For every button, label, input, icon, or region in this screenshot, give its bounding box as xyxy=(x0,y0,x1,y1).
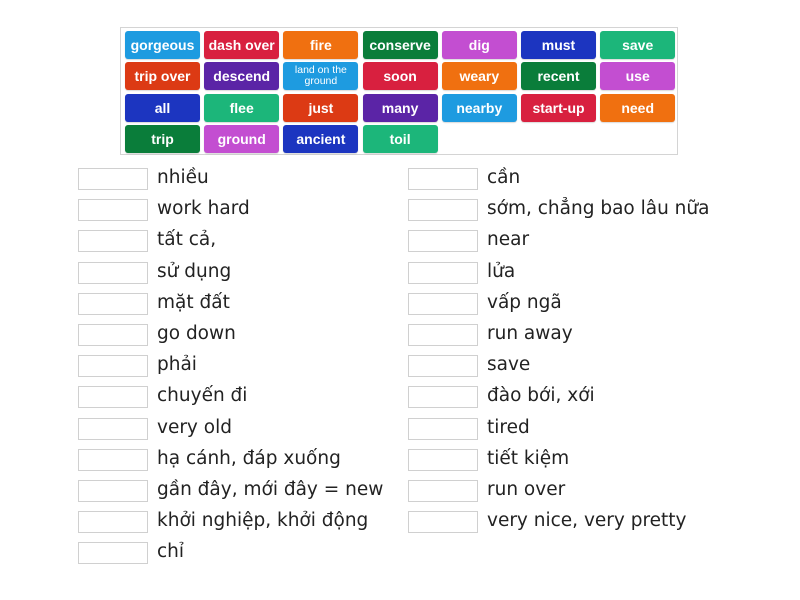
clue-text: very old xyxy=(157,416,232,438)
word-tile[interactable]: trip over xyxy=(125,62,200,91)
word-tile[interactable]: ground xyxy=(204,124,280,153)
word-tile[interactable]: trip xyxy=(125,124,200,153)
answer-slot[interactable] xyxy=(408,386,478,409)
answer-slot[interactable] xyxy=(78,417,148,440)
word-tile[interactable]: gorgeous xyxy=(125,31,200,59)
clue-text: sử dụng xyxy=(157,260,232,282)
clue-text: chuyến đi xyxy=(157,385,248,407)
clue-text: phải xyxy=(157,354,197,376)
clue-text: run over xyxy=(487,479,566,500)
word-tile[interactable]: descend xyxy=(204,62,280,91)
answer-slot[interactable] xyxy=(408,448,478,471)
answer-slot[interactable] xyxy=(78,386,148,409)
word-tile[interactable]: just xyxy=(283,93,359,122)
clue-text: tất cả, xyxy=(157,229,217,251)
word-tile[interactable]: toil xyxy=(362,124,438,153)
word-tile[interactable]: start-up xyxy=(521,93,596,122)
clue-text: tired xyxy=(487,416,530,438)
clue-text: nhiều xyxy=(157,167,209,188)
clue-text: work hard xyxy=(157,198,250,220)
clue-text: mặt đất xyxy=(157,291,230,313)
answer-slot[interactable] xyxy=(408,199,478,222)
clue-text: gần đây, mới đây = new xyxy=(157,479,384,500)
word-tile[interactable]: flee xyxy=(204,93,280,122)
clue-text: khởi nghiệp, khởi động xyxy=(157,510,369,532)
answer-slot[interactable] xyxy=(78,511,148,534)
answer-slot[interactable] xyxy=(78,292,148,315)
word-tile[interactable]: need xyxy=(600,93,676,122)
answer-slot[interactable] xyxy=(78,168,148,190)
word-tile[interactable]: dig xyxy=(441,31,517,59)
answer-slot[interactable] xyxy=(78,324,148,346)
word-tile[interactable]: ancient xyxy=(283,124,359,153)
word-tile[interactable]: recent xyxy=(521,62,596,91)
word-bank: gorgeous dash over fire conserve dig must save… xyxy=(120,27,678,155)
clue-text: đào bới, xới xyxy=(487,385,595,407)
word-tile[interactable]: land on the ground xyxy=(283,62,359,91)
clue-text: save xyxy=(487,354,531,376)
clue-text: sớm, chẳng bao lâu nữa xyxy=(487,198,710,220)
answer-slot[interactable] xyxy=(408,292,478,315)
word-tile[interactable]: save xyxy=(600,31,676,59)
answer-slot[interactable] xyxy=(78,230,148,253)
word-tile[interactable]: all xyxy=(125,93,200,122)
answer-slot[interactable] xyxy=(78,355,148,378)
word-tile[interactable]: soon xyxy=(362,62,438,91)
clue-text: vấp ngã xyxy=(487,291,562,313)
answer-slot[interactable] xyxy=(78,480,148,502)
clue-text: very nice, very pretty xyxy=(487,510,687,532)
answer-slot[interactable] xyxy=(408,511,478,534)
clue-text: hạ cánh, đáp xuống xyxy=(157,447,341,469)
clue-text: go down xyxy=(157,323,236,344)
answer-slot[interactable] xyxy=(408,261,478,284)
answer-slot[interactable] xyxy=(408,324,478,346)
word-tile[interactable]: fire xyxy=(283,31,359,59)
answer-slot[interactable] xyxy=(408,168,478,190)
word-tile[interactable]: nearby xyxy=(441,93,517,122)
clue-text: chỉ xyxy=(157,541,185,563)
word-tile[interactable]: dash over xyxy=(204,31,280,59)
answer-slot[interactable] xyxy=(78,542,148,565)
clue-text: cần xyxy=(487,167,521,188)
clue-text: lửa xyxy=(487,260,516,282)
answer-slot[interactable] xyxy=(78,261,148,284)
answer-slot[interactable] xyxy=(408,230,478,253)
answer-slot[interactable] xyxy=(78,199,148,222)
clue-text: near xyxy=(487,229,530,251)
word-tile[interactable]: must xyxy=(521,31,596,59)
word-tile[interactable]: weary xyxy=(441,62,517,91)
word-tile[interactable]: conserve xyxy=(362,31,438,59)
answer-slot[interactable] xyxy=(408,355,478,378)
word-tile[interactable]: use xyxy=(600,62,676,91)
answer-slot[interactable] xyxy=(78,448,148,471)
clue-text: tiết kiệm xyxy=(487,447,570,469)
answer-slot[interactable] xyxy=(408,417,478,440)
answer-slot[interactable] xyxy=(408,480,478,502)
clue-text: run away xyxy=(487,323,573,344)
word-tile[interactable]: many xyxy=(362,93,438,122)
